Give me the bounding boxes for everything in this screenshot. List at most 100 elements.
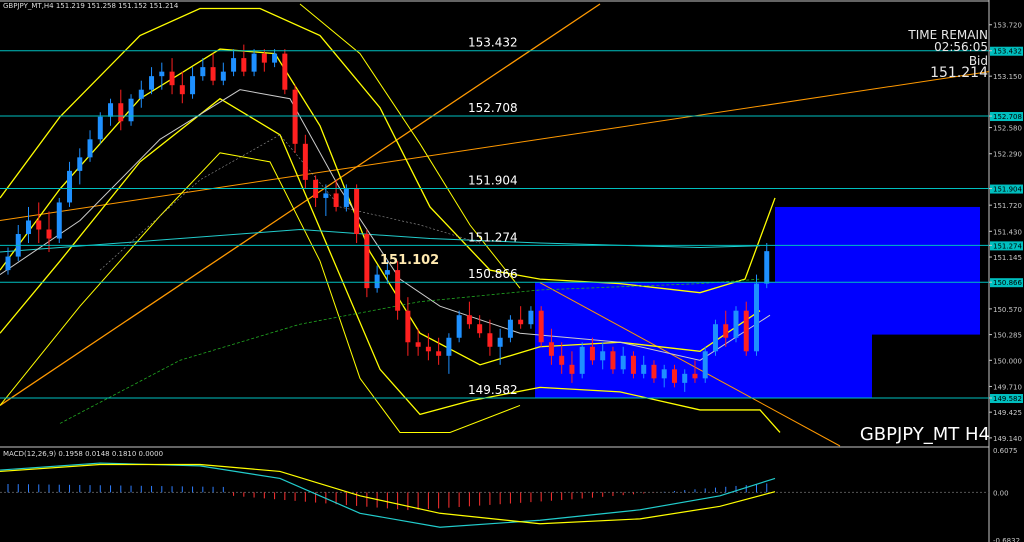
tick-label: 153.432 xyxy=(993,48,1022,56)
tick-label: 153.150 xyxy=(993,73,1022,81)
tick-label: 150.570 xyxy=(993,306,1022,314)
candle-body xyxy=(651,364,657,379)
candle-body xyxy=(46,229,52,239)
candle-body xyxy=(518,319,524,325)
candle-body xyxy=(692,373,698,379)
zone-box-lower xyxy=(775,334,872,399)
level-label-149.582: 149.582 xyxy=(468,383,518,397)
candle-body xyxy=(364,234,370,289)
candle-body xyxy=(405,310,411,343)
candle-body xyxy=(302,143,308,180)
candle-body xyxy=(600,351,606,361)
candle-body xyxy=(507,319,513,338)
chart-area[interactable]: 153.432 152.708 151.904 151.274 150.866 149.5… xyxy=(0,0,1024,542)
candle-body xyxy=(231,58,237,72)
tick-label: 152.290 xyxy=(993,151,1022,159)
zone-box-upper xyxy=(775,206,980,283)
candle-body xyxy=(395,270,401,311)
candle-body xyxy=(415,342,421,347)
candle-body xyxy=(77,157,83,171)
candle-body xyxy=(97,116,103,140)
zone-box-right xyxy=(872,282,980,335)
candle-body xyxy=(641,364,647,374)
candle-body xyxy=(384,270,390,275)
tick-label: 151.145 xyxy=(993,254,1022,262)
overlay-lines xyxy=(0,3,990,447)
candle-body xyxy=(579,346,585,374)
candle-body xyxy=(374,274,380,289)
candle-body xyxy=(354,188,360,235)
candle-body xyxy=(220,71,226,81)
macd-tick-label: 0.6075 xyxy=(993,447,1018,455)
candle-body xyxy=(682,373,688,383)
candle-body xyxy=(743,310,749,352)
tick-label: 151.274 xyxy=(993,242,1022,250)
tick-label: 149.425 xyxy=(993,409,1022,417)
candle-body xyxy=(548,342,554,356)
symbol-label: GBPJPY_MT H4 xyxy=(859,424,990,445)
band-outer-lower xyxy=(0,152,521,433)
level-label-150.866: 150.866 xyxy=(468,267,518,281)
candle-body xyxy=(128,98,134,122)
macd-panel: 0.6075 0.00 -0.6832 xyxy=(0,447,1020,542)
trend-line-upper xyxy=(0,3,601,406)
tick-label: 149.582 xyxy=(993,395,1022,403)
candle-body xyxy=(559,355,565,365)
macd-tick-label: 0.00 xyxy=(993,489,1009,497)
candle-body xyxy=(436,351,442,356)
tick-label: 150.000 xyxy=(993,357,1022,365)
time-remain-value: 02:56:05 xyxy=(934,40,988,54)
candle-body xyxy=(241,58,247,72)
candle-body xyxy=(477,324,483,334)
price-axis: 153.720 153.432 153.150 152.708 152.580 152.2… xyxy=(989,22,1023,443)
candle-body xyxy=(251,53,257,72)
candle-body xyxy=(764,251,770,284)
tick-label: 153.720 xyxy=(993,22,1022,30)
candle-body xyxy=(343,188,349,207)
tick-label: 150.866 xyxy=(993,279,1022,287)
candle-body xyxy=(466,315,472,325)
candle-body xyxy=(538,310,544,343)
candle-body xyxy=(282,53,288,90)
candle-body xyxy=(261,53,267,63)
candle-body xyxy=(159,71,165,77)
candle-body xyxy=(108,103,114,117)
candle-body xyxy=(179,85,185,95)
level-label-153.432: 153.432 xyxy=(468,36,518,50)
candle-body xyxy=(210,67,216,81)
candle-body xyxy=(138,89,144,99)
candle-body xyxy=(569,364,575,374)
candle-body xyxy=(712,324,718,352)
candle-body xyxy=(446,337,452,356)
candle-body xyxy=(190,76,196,95)
level-label-151.904: 151.904 xyxy=(468,174,518,188)
candle-body xyxy=(36,220,42,230)
candle-body xyxy=(753,283,759,352)
level-label-151.274: 151.274 xyxy=(468,230,518,244)
candle-body xyxy=(589,346,595,361)
candle-body xyxy=(200,67,206,77)
candle-body xyxy=(487,333,493,347)
candle-body xyxy=(292,89,298,144)
candle-body xyxy=(661,369,667,379)
candle-body xyxy=(702,351,708,379)
tick-label: 152.580 xyxy=(993,125,1022,133)
tick-label: 149.710 xyxy=(993,383,1022,391)
tick-label: 151.904 xyxy=(993,186,1022,194)
candle-body xyxy=(118,103,124,122)
callout-label: 151.102 xyxy=(380,253,439,268)
candle-body xyxy=(630,355,636,374)
tick-label: 150.285 xyxy=(993,332,1022,340)
candle-body xyxy=(333,193,339,207)
price-info-label: GBPJPY_MT,H4 151.219 151.258 151.152 151… xyxy=(3,2,179,10)
candle-body xyxy=(671,369,677,383)
candle-body xyxy=(87,139,93,158)
tick-label: 149.140 xyxy=(993,435,1022,443)
candle-body xyxy=(323,193,329,198)
tick-label: 152.708 xyxy=(993,113,1022,121)
level-label-152.708: 152.708 xyxy=(468,101,518,115)
macd-tick-label: -0.6832 xyxy=(993,537,1020,542)
candle-body xyxy=(169,71,175,86)
candle-body xyxy=(528,310,534,325)
candle-body xyxy=(56,202,62,239)
